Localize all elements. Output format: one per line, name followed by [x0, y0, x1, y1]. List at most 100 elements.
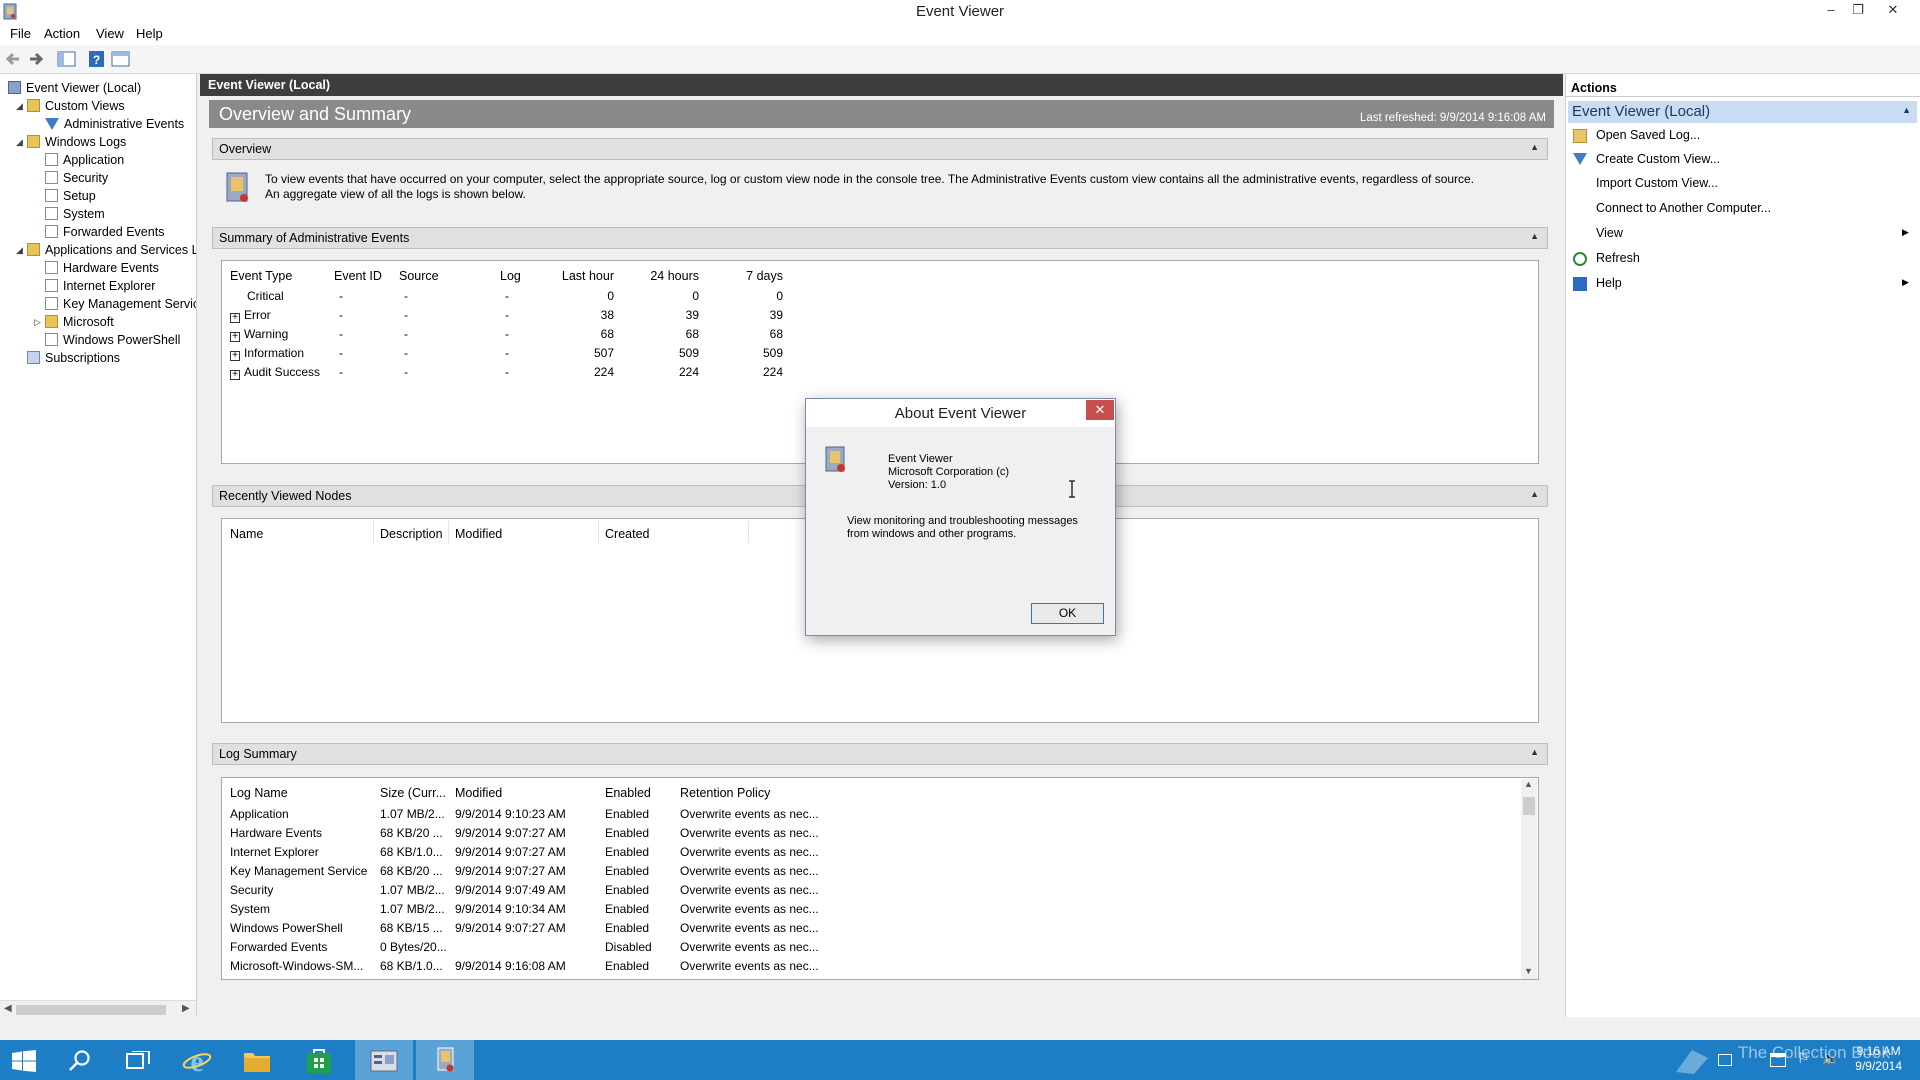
tree-item[interactable]: Hardware Events: [45, 259, 159, 277]
event-viewer-taskbar-button[interactable]: [416, 1040, 474, 1080]
minimize-button[interactable]: –: [1818, 2, 1844, 20]
column-header[interactable]: Modified: [455, 786, 502, 800]
tree-item[interactable]: Event Viewer (Local): [8, 79, 141, 97]
table-row[interactable]: + Warning - - - 68 68 68: [222, 327, 1538, 345]
expand-plus-icon[interactable]: +: [230, 313, 240, 323]
tree-item[interactable]: Forwarded Events: [45, 223, 164, 241]
file-explorer-taskbar-button[interactable]: [228, 1040, 286, 1080]
table-row[interactable]: Hardware Events 68 KB/20 ... 9/9/2014 9:07…: [222, 826, 1518, 844]
actions-subheader[interactable]: Event Viewer (Local) ▲: [1568, 101, 1917, 123]
column-header[interactable]: Source: [399, 269, 439, 283]
action-item[interactable]: Help: [1596, 276, 1622, 290]
log-summary-section-header[interactable]: Log Summary ▲: [212, 743, 1548, 765]
tree-item[interactable]: ◢ Windows Logs: [16, 133, 126, 151]
column-header[interactable]: Modified: [455, 527, 502, 541]
submenu-arrow-icon[interactable]: ▶: [1902, 277, 1909, 288]
table-row[interactable]: Microsoft-Windows-SM... 68 KB/1.0... 9/9/2…: [222, 959, 1518, 977]
column-header[interactable]: 7 days: [718, 269, 783, 283]
close-window-button[interactable]: ✕: [1880, 2, 1906, 20]
table-row[interactable]: System 1.07 MB/2... 9/9/2014 9:10:34 AM Ena…: [222, 902, 1518, 920]
action-item[interactable]: Import Custom View...: [1596, 176, 1718, 190]
table-row[interactable]: Security 1.07 MB/2... 9/9/2014 9:07:49 AM E…: [222, 883, 1518, 901]
collapse-arrow-icon[interactable]: ◢: [16, 133, 23, 151]
help-toolbar-icon[interactable]: ?: [86, 49, 108, 69]
action-item[interactable]: Create Custom View...: [1596, 152, 1720, 166]
submenu-arrow-icon[interactable]: ▶: [1902, 227, 1909, 238]
collapse-icon[interactable]: ▲: [1530, 747, 1539, 757]
ok-button[interactable]: OK: [1031, 603, 1104, 624]
tree-item[interactable]: Internet Explorer: [45, 277, 155, 295]
dialog-close-button[interactable]: ✕: [1086, 400, 1114, 420]
action-item[interactable]: Open Saved Log...: [1596, 128, 1700, 142]
back-arrow-icon[interactable]: [3, 49, 25, 69]
collapse-icon[interactable]: ▲: [1530, 489, 1539, 499]
expand-plus-icon[interactable]: +: [230, 351, 240, 361]
column-header[interactable]: 24 hours: [634, 269, 699, 283]
column-header[interactable]: Log Name: [230, 786, 288, 800]
scroll-thumb[interactable]: [1523, 797, 1535, 815]
column-divider[interactable]: [748, 521, 749, 543]
table-row[interactable]: + Error - - - 38 39 39: [222, 308, 1538, 326]
tree-item[interactable]: ◢ Custom Views: [16, 97, 125, 115]
tree-item[interactable]: ◢ Applications and Services Lo: [16, 241, 196, 259]
internet-explorer-taskbar-button[interactable]: e: [168, 1040, 226, 1080]
tree-item[interactable]: Setup: [45, 187, 96, 205]
collapse-icon[interactable]: ▲: [1530, 231, 1539, 241]
expand-plus-icon[interactable]: +: [230, 370, 240, 380]
action-item[interactable]: Refresh: [1596, 251, 1640, 265]
action-item[interactable]: Connect to Another Computer...: [1596, 201, 1771, 215]
menu-file[interactable]: File: [10, 26, 31, 41]
menu-action[interactable]: Action: [44, 26, 80, 41]
overview-section-header[interactable]: Overview ▲: [212, 138, 1548, 160]
scroll-up-icon[interactable]: ▲: [1524, 779, 1533, 789]
start-button[interactable]: [0, 1040, 58, 1080]
tree-horizontal-scrollbar[interactable]: ◀ ▶: [0, 1000, 196, 1017]
server-manager-taskbar-button[interactable]: [355, 1040, 413, 1080]
tree-item[interactable]: Subscriptions: [27, 349, 120, 367]
table-row[interactable]: Forwarded Events 0 Bytes/20... Disabled Ove…: [222, 940, 1518, 958]
table-row[interactable]: + Audit Success - - - 224 224 224: [222, 365, 1538, 383]
column-header[interactable]: Name: [230, 527, 263, 541]
collapse-icon[interactable]: ▲: [1530, 142, 1539, 152]
menu-help[interactable]: Help: [136, 26, 163, 41]
scroll-left-icon[interactable]: ◀: [4, 1003, 12, 1014]
tree-item[interactable]: System: [45, 205, 105, 223]
table-row[interactable]: Application 1.07 MB/2... 9/9/2014 9:10:23 …: [222, 807, 1518, 825]
search-taskbar-button[interactable]: [52, 1040, 110, 1080]
tree-item[interactable]: Key Management Service: [45, 295, 196, 313]
column-header[interactable]: Enabled: [605, 786, 651, 800]
table-row[interactable]: Key Management Service 68 KB/20 ... 9/9/20…: [222, 864, 1518, 882]
scroll-down-icon[interactable]: ▼: [1524, 966, 1533, 976]
column-header[interactable]: Event ID: [334, 269, 382, 283]
column-header[interactable]: Created: [605, 527, 649, 541]
column-divider[interactable]: [598, 521, 599, 543]
menu-view[interactable]: View: [96, 26, 124, 41]
expand-arrow-icon[interactable]: ▷: [34, 313, 41, 331]
column-divider[interactable]: [448, 521, 449, 543]
scroll-thumb[interactable]: [16, 1005, 166, 1015]
tree-item[interactable]: Administrative Events: [45, 115, 184, 133]
column-header[interactable]: Description: [380, 527, 443, 541]
tree-item[interactable]: Windows PowerShell: [45, 331, 180, 349]
show-hide-console-tree-icon[interactable]: [56, 49, 78, 69]
summary-section-header[interactable]: Summary of Administrative Events ▲: [212, 227, 1548, 249]
forward-arrow-icon[interactable]: [25, 49, 47, 69]
table-row[interactable]: + Information - - - 507 509 509: [222, 346, 1538, 364]
action-item[interactable]: View: [1596, 226, 1623, 240]
column-header[interactable]: Retention Policy: [680, 786, 770, 800]
column-header[interactable]: Last hour: [549, 269, 614, 283]
collapse-arrow-icon[interactable]: ◢: [16, 241, 23, 259]
scroll-right-icon[interactable]: ▶: [182, 1003, 190, 1014]
column-divider[interactable]: [373, 521, 374, 543]
show-action-pane-icon[interactable]: [110, 49, 132, 69]
collapse-icon[interactable]: ▲: [1902, 105, 1911, 115]
tree-item[interactable]: Security: [45, 169, 108, 187]
table-row[interactable]: Internet Explorer 68 KB/1.0... 9/9/2014 9:…: [222, 845, 1518, 863]
action-center-icon[interactable]: [1718, 1054, 1732, 1066]
tree-item[interactable]: Application: [45, 151, 124, 169]
column-header[interactable]: Size (Curr...: [380, 786, 446, 800]
column-header[interactable]: Log: [500, 269, 521, 283]
table-row[interactable]: Critical - - - 0 0 0: [222, 289, 1538, 307]
column-header[interactable]: Event Type: [230, 269, 292, 283]
restore-button[interactable]: ❐: [1845, 2, 1871, 20]
